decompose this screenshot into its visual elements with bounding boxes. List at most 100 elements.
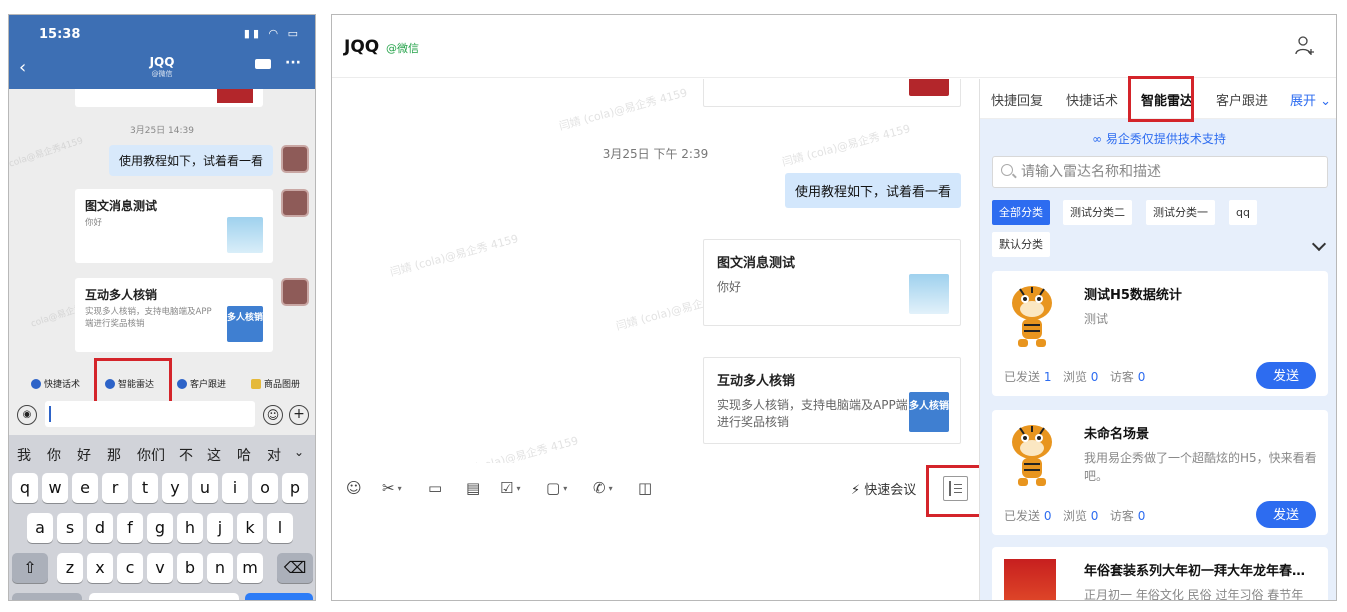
key[interactable]: p bbox=[282, 473, 308, 503]
expand-tabs-button[interactable]: 展开 ⌄ bbox=[1290, 90, 1331, 109]
delete-key[interactable]: ⌫ bbox=[277, 553, 313, 583]
link-card[interactable]: 图文消息测试 你好 bbox=[75, 189, 273, 263]
send-key[interactable] bbox=[245, 593, 313, 600]
key[interactable]: j bbox=[207, 513, 233, 543]
radar-card[interactable]: 年俗套装系列大年初一拜大年龙年春… 正月初一 年俗文化 民俗 过年习俗 春节年 bbox=[992, 547, 1328, 601]
radar-search-input[interactable] bbox=[1021, 163, 1311, 181]
candidate[interactable]: 你 bbox=[47, 445, 61, 465]
schedule-icon[interactable]: ◫ bbox=[638, 479, 652, 497]
send-button[interactable]: 发送 bbox=[1256, 501, 1316, 528]
tab-quick-phrases[interactable]: 快捷话术 bbox=[1066, 90, 1118, 109]
tool-quick-phrases[interactable]: 快捷话术 bbox=[31, 377, 80, 390]
task-icon[interactable]: ☑ ▾ bbox=[500, 479, 520, 497]
key[interactable]: k bbox=[237, 513, 263, 543]
key[interactable]: n bbox=[207, 553, 233, 583]
shift-key[interactable]: ⇧ bbox=[12, 553, 48, 583]
avatar[interactable] bbox=[281, 189, 309, 217]
emoji-icon[interactable]: ☺ bbox=[346, 479, 362, 497]
expand-candidates-icon[interactable]: ⌄ bbox=[294, 445, 304, 459]
candidate[interactable]: 对 bbox=[267, 445, 281, 465]
key[interactable]: a bbox=[27, 513, 53, 543]
key[interactable]: c bbox=[117, 553, 143, 583]
key[interactable]: t bbox=[132, 473, 158, 503]
candidate[interactable]: 哈 bbox=[237, 445, 251, 465]
radar-search[interactable] bbox=[992, 156, 1328, 188]
card-desc: 你好 bbox=[85, 218, 103, 228]
add-user-icon[interactable] bbox=[1294, 35, 1316, 57]
more-icon[interactable]: ··· bbox=[285, 55, 301, 71]
voice-icon[interactable]: ◉ bbox=[17, 405, 37, 425]
key[interactable]: q bbox=[12, 473, 38, 503]
chevron-down-icon[interactable] bbox=[1311, 236, 1327, 252]
app-icon bbox=[251, 378, 261, 389]
key[interactable]: x bbox=[87, 553, 113, 583]
input-bar: ◉ ☺ + bbox=[9, 397, 315, 433]
document-icon[interactable]: ▤ bbox=[466, 479, 480, 497]
plus-icon[interactable]: + bbox=[289, 405, 309, 425]
mode-key[interactable] bbox=[12, 593, 82, 600]
emoji-icon[interactable]: ☺ bbox=[263, 405, 283, 425]
panel-tabs: 快捷回复 快捷话术 智能雷达 客户跟进 展开 ⌄ bbox=[980, 76, 1336, 122]
candidate[interactable]: 不 bbox=[179, 445, 193, 465]
candidate[interactable]: 你们 bbox=[137, 445, 165, 465]
image-icon[interactable]: ▭ bbox=[428, 479, 442, 497]
send-button[interactable]: 发送 bbox=[1256, 362, 1316, 389]
space-key[interactable] bbox=[89, 593, 239, 600]
avatar[interactable] bbox=[281, 145, 309, 173]
tool-product-album[interactable]: 商品图册 bbox=[251, 377, 300, 390]
link-card[interactable]: 互动多人核销 实现多人核销，支持电脑端及APP端进行奖品核销 多人核销 bbox=[75, 278, 273, 352]
category-chip[interactable]: 默认分类 bbox=[992, 232, 1050, 257]
link-card[interactable]: 图文消息测试 你好 bbox=[703, 239, 961, 326]
key[interactable]: w bbox=[42, 473, 68, 503]
tool-customer-follow[interactable]: 客户跟进 bbox=[177, 377, 226, 390]
avatar[interactable] bbox=[281, 278, 309, 306]
tab-customer-follow[interactable]: 客户跟进 bbox=[1216, 90, 1268, 109]
category-chip[interactable]: qq bbox=[1229, 200, 1257, 225]
screenshot-icon[interactable]: ✂ ▾ bbox=[382, 479, 402, 497]
radar-stats: 已发送 0 浏览 0 访客 0 bbox=[1004, 509, 1146, 523]
key[interactable]: i bbox=[222, 473, 248, 503]
key[interactable]: s bbox=[57, 513, 83, 543]
card-title: 图文消息测试 bbox=[717, 256, 796, 271]
category-chip[interactable]: 测试分类二 bbox=[1063, 200, 1132, 225]
key[interactable]: g bbox=[147, 513, 173, 543]
key[interactable]: z bbox=[57, 553, 83, 583]
candidate[interactable]: 这 bbox=[207, 445, 221, 465]
phone-icon[interactable]: ✆ ▾ bbox=[593, 479, 613, 497]
message-input[interactable] bbox=[45, 401, 255, 427]
previous-card[interactable] bbox=[75, 89, 263, 107]
key[interactable]: f bbox=[117, 513, 143, 543]
candidate[interactable]: 那 bbox=[107, 445, 121, 465]
category-chip[interactable]: 测试分类一 bbox=[1146, 200, 1215, 225]
candidate[interactable]: 好 bbox=[77, 445, 91, 465]
link-card[interactable]: 互动多人核销 实现多人核销，支持电脑端及APP端进行奖品核销 多人核销 bbox=[703, 357, 961, 444]
key[interactable]: u bbox=[192, 473, 218, 503]
tab-quick-reply[interactable]: 快捷回复 bbox=[991, 90, 1043, 109]
key[interactable]: l bbox=[267, 513, 293, 543]
radar-card[interactable]: 测试H5数据统计 测试 已发送 1 浏览 0 访客 0 发送 bbox=[992, 271, 1328, 396]
key[interactable]: h bbox=[177, 513, 203, 543]
card-desc: 实现多人核销，支持电脑端及APP端进行奖品核销 bbox=[717, 398, 908, 429]
radar-title: 未命名场景 bbox=[1084, 427, 1150, 442]
infinity-icon: ∞ bbox=[1092, 132, 1103, 146]
contact-source: @微信 bbox=[386, 42, 419, 55]
folder-icon[interactable]: ▢ ▾ bbox=[546, 479, 567, 497]
key[interactable]: o bbox=[252, 473, 278, 503]
candidate[interactable]: 我 bbox=[17, 445, 31, 465]
key[interactable]: v bbox=[147, 553, 173, 583]
message-date: 3月25日 14:39 bbox=[130, 126, 194, 136]
key[interactable]: r bbox=[102, 473, 128, 503]
video-call-icon[interactable] bbox=[255, 59, 271, 69]
radar-desc: 正月初一 年俗文化 民俗 过年习俗 春节年 bbox=[1084, 588, 1304, 601]
radar-card[interactable]: 未命名场景 我用易企秀做了一个超酷炫的H5，快来看看吧。 已发送 0 浏览 0 … bbox=[992, 410, 1328, 535]
quick-meeting-button[interactable]: ⚡ 快速会议 bbox=[851, 479, 916, 498]
link-card[interactable] bbox=[703, 79, 961, 107]
highlight-box bbox=[926, 465, 986, 517]
key[interactable]: e bbox=[72, 473, 98, 503]
key[interactable]: y bbox=[162, 473, 188, 503]
key[interactable]: b bbox=[177, 553, 203, 583]
key[interactable]: m bbox=[237, 553, 263, 583]
chat-area: 闫婧 (cola)@易企秀 4159 闫婧 (cola)@易企秀 4159 闫婧… bbox=[332, 79, 979, 463]
key[interactable]: d bbox=[87, 513, 113, 543]
category-chip[interactable]: 全部分类 bbox=[992, 200, 1050, 225]
